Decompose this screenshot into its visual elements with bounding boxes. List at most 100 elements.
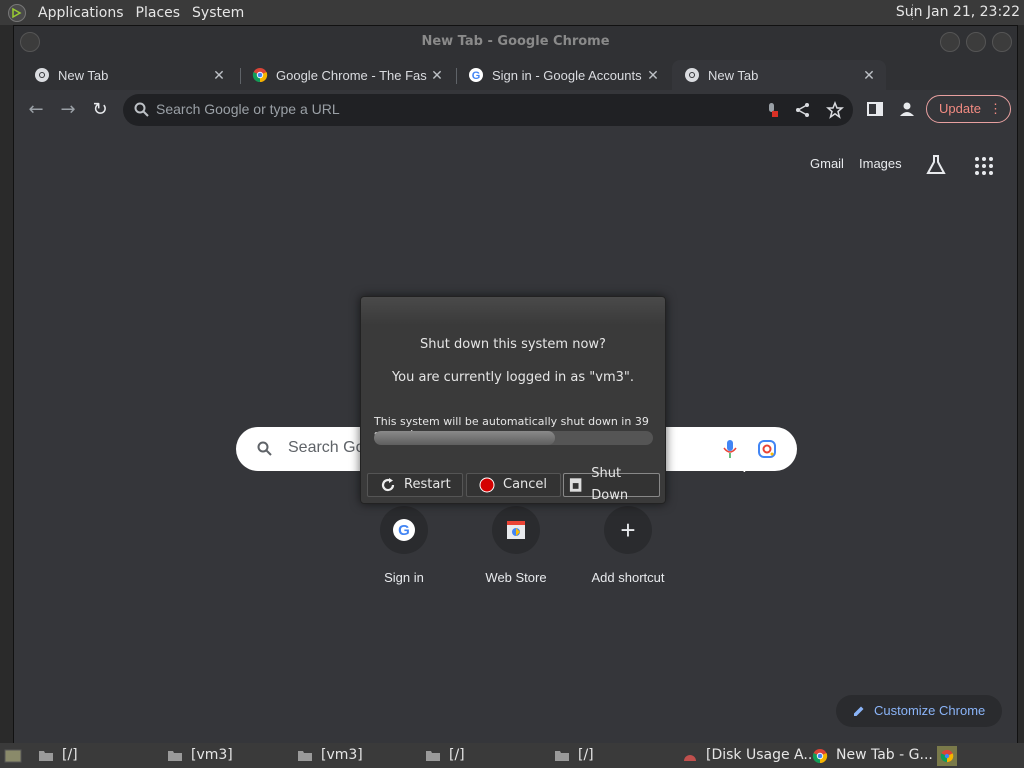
taskbar-item-label: New Tab - G... [836,747,933,763]
mic-blocked-icon[interactable] [763,101,781,119]
folder-icon [426,751,440,761]
tab-close-icon[interactable]: ✕ [428,67,446,84]
show-desktop-icon[interactable] [4,743,22,768]
web-store-icon [507,521,525,539]
restart-button[interactable]: Restart [367,473,463,497]
shortcut-web-store[interactable]: Web Store [461,506,571,585]
search-icon [134,102,149,117]
clock[interactable]: Sun Jan 21, 23:22 [896,4,1020,20]
taskbar-item[interactable]: [/] [38,743,78,768]
back-arrow-icon[interactable]: ← [24,98,48,122]
svg-text:G: G [398,522,410,539]
tab-close-icon[interactable]: ✕ [210,67,228,84]
google-chrome-icon [252,68,268,83]
shortcut-add[interactable]: + Add shortcut [573,506,683,585]
shut-down-button[interactable]: Shut Down [563,466,660,503]
images-link[interactable]: Images [859,156,902,171]
shortcut-label: Web Store [485,570,547,585]
google-lens-icon[interactable] [757,439,777,459]
cancel-icon [479,477,495,493]
taskbar-item[interactable]: [vm3] [167,743,233,768]
taskbar-item[interactable]: [Disk Usage A... [682,743,817,768]
tab-new-tab-active[interactable]: New Tab ✕ [672,60,886,90]
google-apps-grid-icon[interactable] [974,156,994,176]
text-cursor-icon: I [742,457,747,476]
google-chrome-icon [812,748,828,763]
cancel-label: Cancel [503,477,548,492]
taskbar-item-label: [/] [62,747,78,763]
voice-search-mic-icon[interactable] [722,439,738,459]
window-titlebar[interactable]: New Tab - Google Chrome [14,26,1017,58]
toolbar: ← → ↻ Search Google or type a URL Update… [14,90,1017,130]
shutdown-progress-bar [374,431,653,445]
bookmark-star-icon[interactable] [826,101,844,119]
tab-title: Google Chrome - The Fas [276,67,427,83]
profile-avatar-icon[interactable] [898,100,916,118]
shortcut-tile: G [380,506,428,554]
menu-applications[interactable]: Applications [32,5,130,21]
shortcut-tile [492,506,540,554]
reload-icon[interactable]: ↻ [88,98,112,122]
folder-icon [555,751,569,761]
tab-strip: New Tab ✕ Google Chrome - The Fas ✕ G Si… [14,58,1017,116]
shutdown-icon [569,478,582,492]
tab-new-tab-1[interactable]: New Tab ✕ [22,60,236,90]
tab-close-icon[interactable]: ✕ [860,67,878,84]
taskbar-item-label: [vm3] [321,747,363,763]
menu-system[interactable]: System [186,5,250,21]
taskbar-item-label: [/] [578,747,594,763]
tab-close-icon[interactable]: ✕ [644,67,662,84]
menu-places[interactable]: Places [130,5,187,21]
maximize-button[interactable] [966,32,986,52]
taskbar-item[interactable]: [/] [554,743,594,768]
omnibox-placeholder: Search Google or type a URL [156,101,340,117]
tab-sign-in[interactable]: G Sign in - Google Accounts ✕ [456,60,670,90]
tab-title: New Tab [708,67,759,83]
labs-flask-icon[interactable] [925,154,947,176]
top-panel: Applications Places System Sun Jan 21, 2… [0,0,1024,25]
google-g-icon: G [393,519,415,541]
folder-icon [168,751,182,761]
close-window-button[interactable] [992,32,1012,52]
disk-usage-icon [684,755,696,761]
omnibox[interactable]: Search Google or type a URL [123,94,853,126]
pencil-icon [854,706,864,716]
taskbar-item-label: [/] [449,747,465,763]
restart-icon [381,478,395,492]
minimize-button[interactable] [940,32,960,52]
shutdown-dialog: Shut down this system now? You are curre… [360,296,666,504]
shortcut-label: Sign in [384,570,424,585]
side-panel-icon[interactable] [866,100,884,118]
gmail-link[interactable]: Gmail [810,156,844,171]
search-icon [257,441,272,456]
taskbar-item-chrome[interactable]: New Tab - G... [812,743,933,768]
distro-logo-icon[interactable] [8,3,26,22]
dialog-logged-in-text: You are currently logged in as "vm3". [391,370,635,385]
taskbar-item-label: [Disk Usage A... [706,747,817,763]
share-icon[interactable] [794,101,812,119]
taskbar-item-label: [vm3] [191,747,233,763]
folder-icon [298,751,312,761]
dialog-question: Shut down this system now? [420,337,606,352]
kebab-menu-icon[interactable]: ⋮ [989,96,1002,122]
customize-chrome-button[interactable]: Customize Chrome [836,695,1002,727]
folder-icon [39,751,53,761]
taskbar-item[interactable]: [vm3] [297,743,363,768]
shortcut-sign-in[interactable]: G Sign in [349,506,459,585]
bottom-taskbar: [/] [vm3] [vm3] [/] [/] [Disk Usage A...… [0,743,1024,768]
tray-chrome-icon[interactable] [937,746,957,766]
taskbar-item[interactable]: [/] [425,743,465,768]
chrome-icon [685,68,699,82]
cancel-button[interactable]: Cancel [466,473,561,497]
tab-google-chrome[interactable]: Google Chrome - The Fas ✕ [240,60,454,90]
google-g-icon: G [469,68,483,82]
update-button[interactable]: Update ⋮ [926,95,1011,123]
restart-label: Restart [404,477,451,492]
window-title: New Tab - Google Chrome [421,34,610,49]
tab-title: New Tab [58,67,109,83]
forward-arrow-icon[interactable]: → [56,98,80,122]
shortcut-label: Add shortcut [591,570,665,585]
window-menu-button[interactable] [20,32,40,52]
progress-fill [374,431,556,445]
shut-down-label: Shut Down [591,466,629,503]
